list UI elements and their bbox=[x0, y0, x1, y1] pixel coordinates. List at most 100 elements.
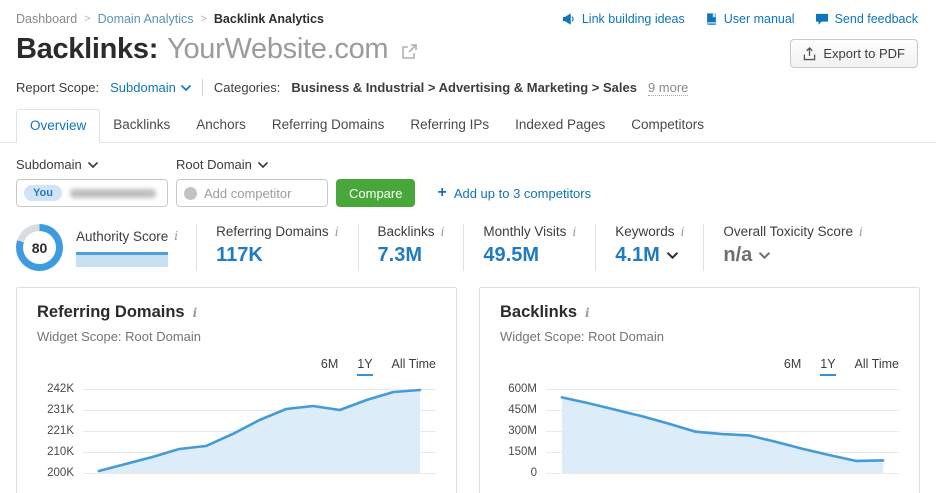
y-tick: 210K bbox=[47, 446, 74, 458]
toxicity-score-label: Overall Toxicity Score bbox=[723, 224, 853, 239]
page-title-domain: YourWebsite.com bbox=[167, 33, 389, 65]
y-tick: 242K bbox=[47, 383, 74, 395]
monthly-visits-label: Monthly Visits bbox=[483, 224, 567, 239]
toggle-6m[interactable]: 6M bbox=[784, 357, 801, 376]
link-building-ideas-link[interactable]: Link building ideas bbox=[562, 12, 685, 26]
authority-score-label: Authority Score bbox=[76, 228, 169, 244]
gridline bbox=[83, 473, 436, 474]
info-icon[interactable]: i bbox=[335, 225, 339, 239]
chevron-down-icon bbox=[87, 161, 98, 168]
add-competitor-input[interactable] bbox=[204, 185, 320, 201]
toggle-1y[interactable]: 1Y bbox=[820, 357, 836, 376]
breadcrumb-separator-icon: > bbox=[200, 13, 207, 25]
categories-more-link[interactable]: 9 more bbox=[647, 80, 689, 96]
compare-button[interactable]: Compare bbox=[336, 179, 416, 207]
y-tick: 221K bbox=[47, 425, 74, 437]
toxicity-score-value: n/a bbox=[723, 244, 753, 266]
info-icon[interactable]: i bbox=[585, 306, 590, 320]
backlinks-card-title: Backlinks bbox=[500, 303, 578, 321]
referring-domains-card-title: Referring Domains bbox=[37, 303, 185, 321]
backlinks-widget-scope: Widget Scope: Root Domain bbox=[500, 329, 665, 344]
root-domain-scope-dropdown[interactable]: Root Domain bbox=[176, 157, 268, 172]
page-title: Backlinks: YourWebsite.com bbox=[16, 33, 418, 66]
plot-area bbox=[546, 389, 899, 474]
tab-competitors[interactable]: Competitors bbox=[618, 109, 717, 142]
info-icon[interactable]: i bbox=[193, 306, 198, 320]
referring-domains-range-toggles: 6M 1Y All Time bbox=[37, 357, 436, 376]
header-links: Link building ideas User manual Send fee… bbox=[562, 12, 918, 26]
user-manual-label: User manual bbox=[723, 12, 795, 26]
backlinks-card: Backlinks i Widget Scope: Root Domain 6M… bbox=[479, 287, 920, 493]
backlinks-area-chart bbox=[546, 389, 899, 473]
referring-domains-metric: Referring Domains i 117K bbox=[196, 224, 357, 271]
y-tick: 150M bbox=[508, 446, 537, 458]
referring-domains-widget-scope: Widget Scope: Root Domain bbox=[37, 329, 202, 344]
backlinks-metric: Backlinks i 7.3M bbox=[357, 224, 464, 271]
add-competitor-inputbox[interactable] bbox=[176, 179, 328, 207]
y-tick: 200K bbox=[47, 467, 74, 479]
blurred-domain-text bbox=[69, 188, 156, 198]
y-tick: 0 bbox=[530, 467, 537, 479]
report-scope-dropdown[interactable]: Subdomain bbox=[110, 80, 191, 95]
export-icon bbox=[804, 46, 816, 60]
title-row: Backlinks: YourWebsite.com Export to PDF bbox=[0, 26, 936, 68]
toxicity-score-value-dropdown[interactable]: n/a bbox=[723, 244, 862, 267]
tab-anchors[interactable]: Anchors bbox=[183, 109, 259, 142]
info-icon[interactable]: i bbox=[681, 225, 685, 239]
breadcrumb-current-page: Backlink Analytics bbox=[213, 12, 324, 26]
y-axis-labels: 600M 450M 300M 150M 0 bbox=[500, 383, 546, 479]
toggle-1y[interactable]: 1Y bbox=[357, 357, 373, 376]
keywords-value-dropdown[interactable]: 4.1M bbox=[615, 244, 684, 267]
link-building-ideas-label: Link building ideas bbox=[581, 12, 685, 26]
authority-score-bar bbox=[76, 251, 168, 267]
gridline bbox=[546, 473, 899, 474]
speech-bubble-icon bbox=[815, 13, 828, 25]
backlinks-value: 7.3M bbox=[377, 244, 422, 266]
export-to-pdf-button[interactable]: Export to PDF bbox=[790, 39, 918, 68]
breadcrumb: Dashboard > Domain Analytics > Backlink … bbox=[16, 12, 324, 26]
chevron-down-icon bbox=[666, 252, 678, 259]
backlinks-label: Backlinks bbox=[377, 224, 435, 239]
keywords-value: 4.1M bbox=[615, 244, 660, 266]
send-feedback-link[interactable]: Send feedback bbox=[815, 12, 918, 26]
breadcrumb-dashboard[interactable]: Dashboard bbox=[16, 12, 77, 26]
monthly-visits-value: 49.5M bbox=[483, 244, 539, 266]
toggle-all-time[interactable]: All Time bbox=[392, 357, 436, 376]
tab-bar: Overview Backlinks Anchors Referring Dom… bbox=[0, 109, 936, 143]
megaphone-icon bbox=[562, 13, 574, 25]
info-icon[interactable]: i bbox=[859, 225, 863, 239]
y-tick: 450M bbox=[508, 404, 537, 416]
add-competitors-link[interactable]: + Add up to 3 competitors bbox=[437, 185, 591, 201]
backlinks-range-toggles: 6M 1Y All Time bbox=[500, 357, 899, 376]
add-competitors-label: Add up to 3 competitors bbox=[453, 185, 592, 201]
chevron-down-icon bbox=[759, 252, 771, 259]
scope-divider bbox=[201, 79, 203, 96]
y-tick: 600M bbox=[508, 383, 537, 395]
you-badge: You bbox=[24, 185, 62, 201]
breadcrumb-domain-analytics[interactable]: Domain Analytics bbox=[98, 12, 194, 26]
toggle-6m[interactable]: 6M bbox=[321, 357, 338, 376]
tab-referring-ips[interactable]: Referring IPs bbox=[397, 109, 502, 142]
chevron-down-icon bbox=[181, 84, 191, 91]
referring-domains-area-chart bbox=[83, 389, 436, 473]
toggle-all-time[interactable]: All Time bbox=[855, 357, 899, 376]
referring-domains-chart: 242K 231K 221K 210K 200K bbox=[37, 383, 436, 479]
tab-backlinks[interactable]: Backlinks bbox=[100, 109, 183, 142]
subdomain-scope-dropdown[interactable]: Subdomain bbox=[16, 157, 176, 172]
external-link-icon[interactable] bbox=[400, 43, 418, 61]
tab-overview[interactable]: Overview bbox=[16, 109, 101, 143]
your-domain-input[interactable]: You bbox=[16, 179, 168, 207]
info-icon[interactable]: i bbox=[441, 225, 445, 239]
info-icon[interactable]: i bbox=[174, 229, 178, 243]
tab-indexed-pages[interactable]: Indexed Pages bbox=[502, 109, 618, 142]
referring-domains-label: Referring Domains bbox=[216, 224, 329, 239]
plot-area bbox=[83, 389, 436, 474]
info-icon[interactable]: i bbox=[572, 225, 576, 239]
filters-section: Subdomain Root Domain You Compare + Add … bbox=[0, 143, 936, 207]
tab-referring-domains[interactable]: Referring Domains bbox=[259, 109, 398, 142]
chart-cards-row: Referring Domains i Widget Scope: Root D… bbox=[0, 271, 936, 493]
user-manual-link[interactable]: User manual bbox=[705, 12, 795, 26]
root-domain-scope-label: Root Domain bbox=[176, 157, 252, 172]
export-to-pdf-label: Export to PDF bbox=[823, 46, 905, 61]
send-feedback-label: Send feedback bbox=[834, 12, 918, 26]
